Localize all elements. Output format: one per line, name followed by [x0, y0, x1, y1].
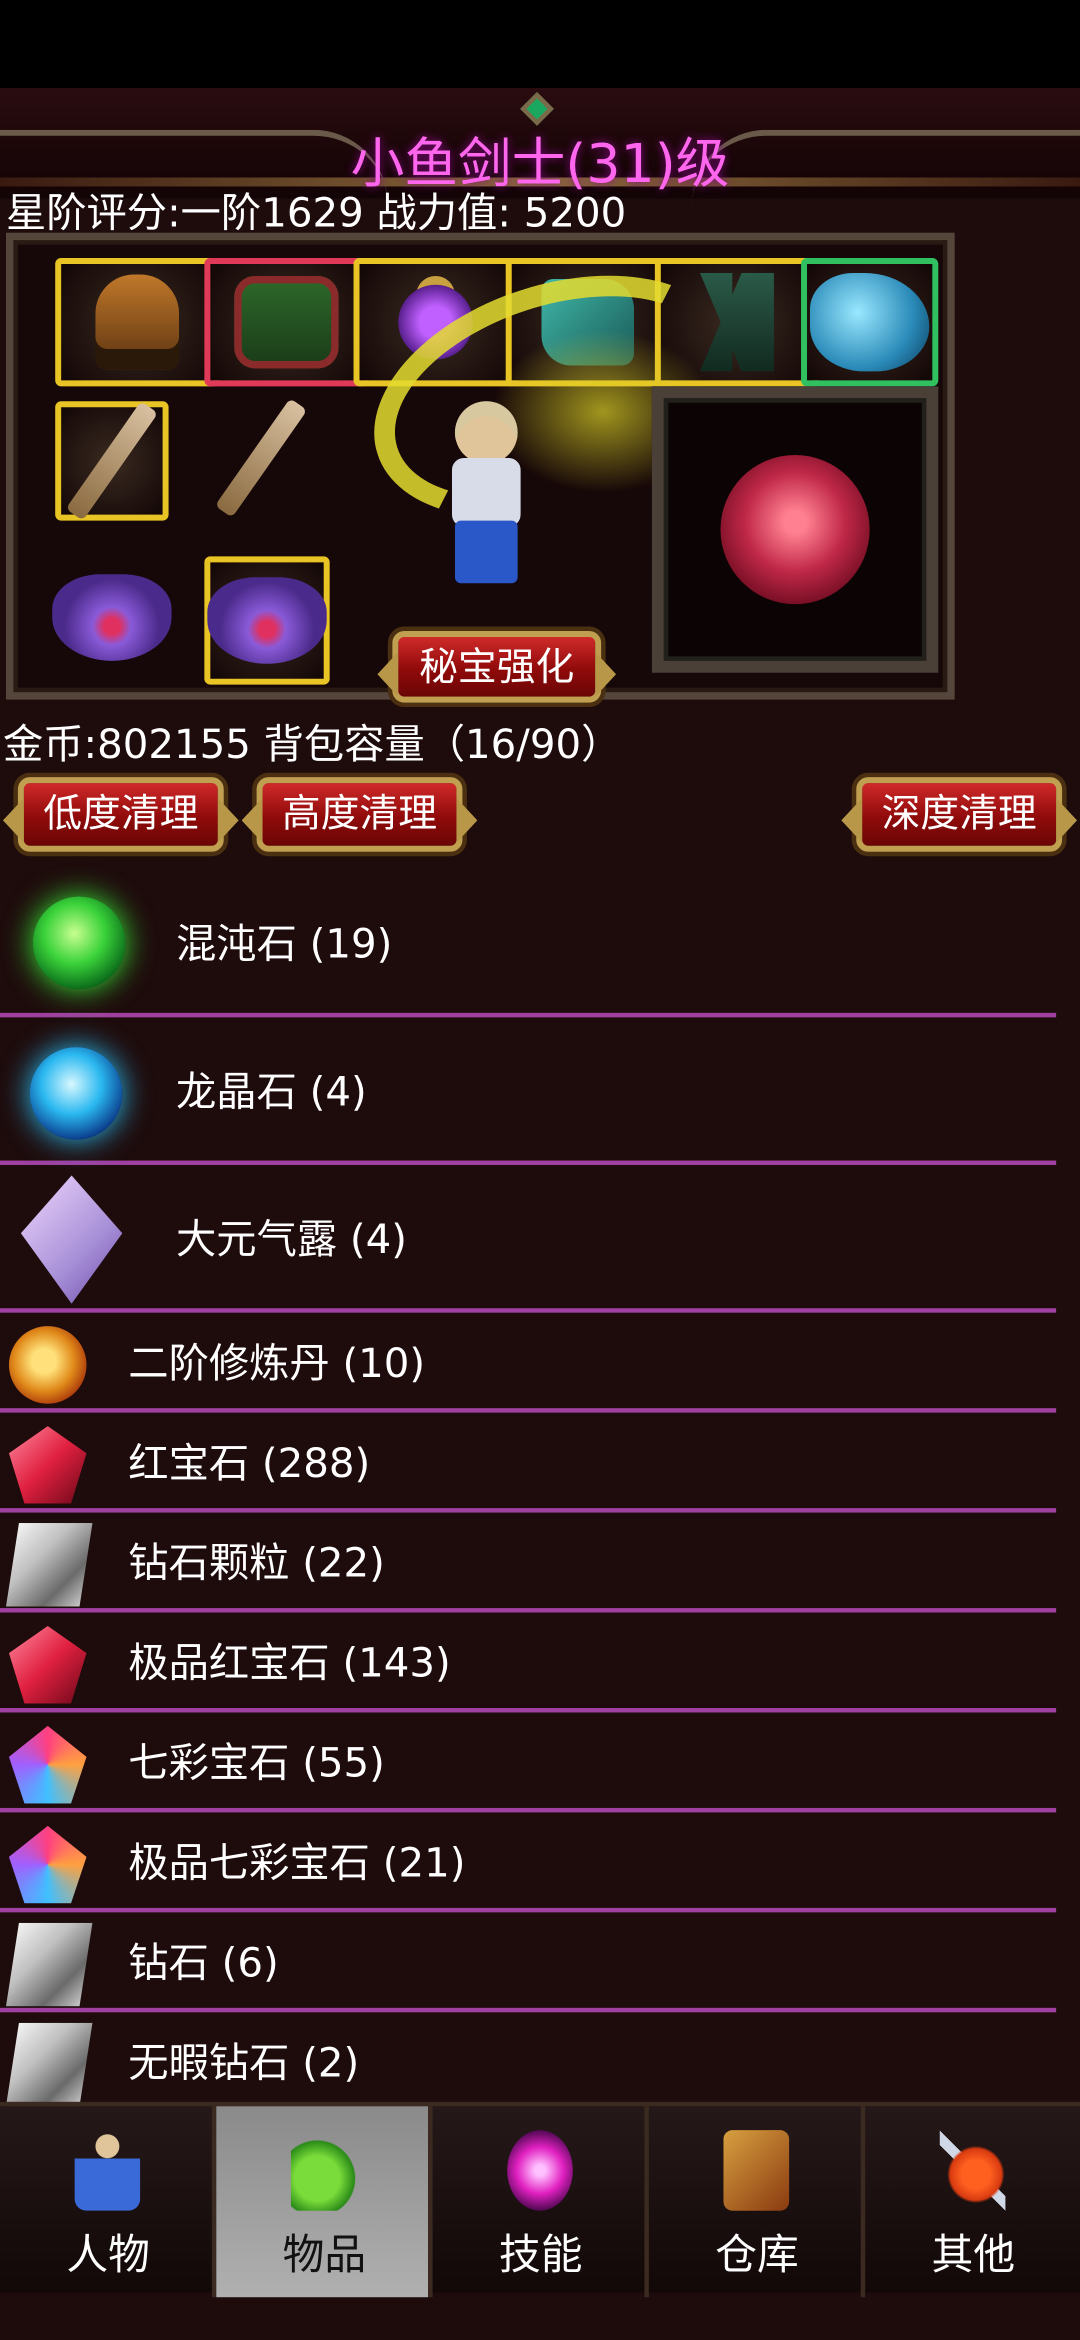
rainbow-gem-icon [8, 1825, 87, 1904]
helmet-icon [95, 274, 180, 370]
item-label: 七彩宝石 (55) [128, 1740, 385, 1788]
skills-icon [507, 2130, 573, 2211]
game-screen: 小鱼剑士(31)级 星阶评分:一阶1629 战力值: 5200 秘宝强化 金币:… [0, 88, 1080, 2340]
equip-slot-helmet[interactable] [55, 258, 220, 387]
equip-slot-offhand[interactable] [204, 389, 317, 526]
equip-slot-ring-right[interactable] [204, 556, 330, 685]
ring-icon [52, 574, 172, 661]
potion-icon [20, 1175, 123, 1304]
list-item[interactable]: 混沌石 (19) [0, 874, 1057, 1018]
armor-icon [234, 275, 339, 369]
list-item[interactable]: 二阶修炼丹 (10) [0, 1317, 1057, 1413]
rainbow-gem-icon [8, 1725, 87, 1804]
green-orb-icon [32, 896, 126, 989]
item-label: 钻石 (6) [128, 1940, 279, 1987]
item-label: 大元气露 (4) [176, 1217, 407, 1264]
character-avatar [440, 401, 530, 595]
ruby-icon [8, 1426, 87, 1504]
tab-other[interactable]: 其他 [865, 2106, 1080, 2297]
treasure-frame[interactable] [651, 386, 939, 673]
sword-icon [65, 401, 159, 521]
beast-icon [810, 272, 930, 372]
item-label: 二阶修炼丹 (10) [128, 1341, 426, 1388]
item-label: 钻石颗粒 (22) [128, 1540, 385, 1588]
list-item[interactable]: 钻石颗粒 (22) [0, 1517, 1057, 1613]
other-icon [939, 2130, 1006, 2211]
list-item[interactable]: 红宝石 (288) [0, 1417, 1057, 1513]
person-icon [74, 2130, 141, 2211]
item-label: 红宝石 (288) [128, 1440, 371, 1488]
equip-slot-beast[interactable] [801, 258, 939, 387]
tab-label: 技能 [498, 2230, 583, 2280]
avatar-body [451, 457, 521, 527]
tab-label: 其他 [931, 2230, 1016, 2280]
tab-character[interactable]: 人物 [0, 2106, 217, 2298]
status-bar [0, 0, 1080, 88]
blue-orb-icon [29, 1047, 123, 1140]
clean-deep-button[interactable]: 深度清理 [856, 777, 1063, 852]
list-item[interactable]: 龙晶石 (4) [0, 1021, 1057, 1166]
ring-icon [207, 577, 327, 664]
avatar-head [454, 401, 518, 464]
list-item[interactable]: 大元气露 (4) [0, 1169, 1057, 1313]
item-label: 混沌石 (19) [176, 921, 393, 969]
tab-label: 人物 [66, 2230, 150, 2280]
item-label: 无暇钻石 (2) [128, 2040, 360, 2087]
treasure-upgrade-button[interactable]: 秘宝强化 [392, 630, 602, 703]
sword-icon [214, 398, 308, 518]
pill-icon [8, 1326, 87, 1404]
diamond-icon [5, 1523, 93, 1607]
item-label: 极品红宝石 (143) [128, 1640, 451, 1688]
bottom-nav: 人物 物品 技能 仓库 其他 [0, 2101, 1080, 2298]
tab-warehouse[interactable]: 仓库 [649, 2106, 866, 2298]
item-label: 龙晶石 (4) [176, 1069, 367, 1116]
diamond-icon [5, 1922, 93, 2007]
tab-skills[interactable]: 技能 [433, 2106, 649, 2298]
equip-slot-armor[interactable] [204, 258, 369, 387]
equip-slot-ring-left[interactable] [43, 553, 180, 681]
list-item[interactable]: 极品七彩宝石 (21) [0, 1816, 1057, 1913]
tab-items[interactable]: 物品 [216, 2106, 433, 2298]
tiger-emblem-icon [720, 454, 870, 605]
avatar-legs [454, 520, 518, 584]
list-item[interactable]: 钻石 (6) [0, 1916, 1057, 2013]
tab-label: 物品 [282, 2230, 367, 2280]
item-label: 极品七彩宝石 (21) [128, 1840, 466, 1888]
rating-text: 星阶评分:一阶1629 战力值: 5200 [5, 190, 627, 238]
items-icon [290, 2130, 357, 2211]
clean-low-button[interactable]: 低度清理 [17, 777, 224, 852]
list-item[interactable]: 无暇钻石 (2) [0, 2016, 1057, 2113]
gold-capacity-text: 金币:802155 背包容量（16/90） [2, 721, 622, 769]
tab-label: 仓库 [715, 2230, 799, 2280]
diamond-icon [5, 2022, 93, 2107]
clean-high-button[interactable]: 高度清理 [256, 777, 463, 852]
equip-slot-weapon[interactable] [55, 401, 169, 521]
equipment-panel: 秘宝强化 [5, 232, 955, 703]
list-item[interactable]: 七彩宝石 (55) [0, 1716, 1057, 1813]
warehouse-icon [723, 2130, 790, 2211]
ruby-icon [8, 1625, 87, 1704]
list-item[interactable]: 极品红宝石 (143) [0, 1617, 1057, 1713]
